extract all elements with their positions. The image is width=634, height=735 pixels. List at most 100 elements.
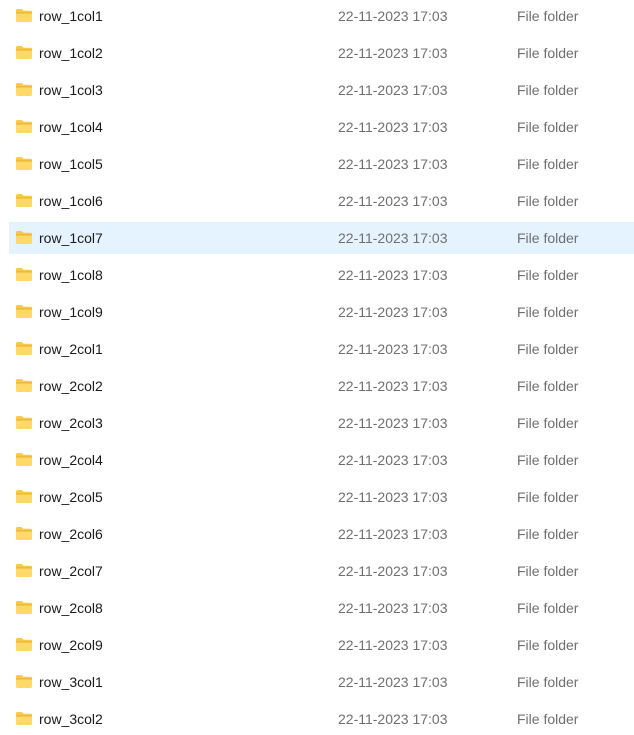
file-name[interactable]: row_2col2 [39, 370, 103, 402]
file-type: File folder [517, 711, 579, 727]
folder-icon [15, 267, 33, 282]
folder-icon [15, 45, 33, 60]
file-type: File folder [517, 304, 579, 320]
file-row[interactable]: row_2col7 22-11-2023 17:03 File folder [9, 555, 634, 587]
file-name[interactable]: row_2col1 [39, 333, 103, 365]
date-modified: 22-11-2023 17:03 [338, 563, 448, 579]
date-modified: 22-11-2023 17:03 [338, 304, 448, 320]
date-modified: 22-11-2023 17:03 [338, 600, 448, 616]
folder-icon [15, 193, 33, 208]
file-row[interactable]: row_2col6 22-11-2023 17:03 File folder [9, 518, 634, 550]
file-type: File folder [517, 82, 579, 98]
file-type: File folder [517, 674, 579, 690]
file-row[interactable]: row_1col7 22-11-2023 17:03 File folder [9, 222, 634, 254]
date-modified: 22-11-2023 17:03 [338, 378, 448, 394]
file-name[interactable]: row_2col3 [39, 407, 103, 439]
folder-icon [15, 230, 33, 245]
file-type: File folder [517, 378, 579, 394]
date-modified: 22-11-2023 17:03 [338, 489, 448, 505]
date-modified: 22-11-2023 17:03 [338, 8, 448, 24]
file-name[interactable]: row_2col9 [39, 629, 103, 661]
file-row[interactable]: row_3col1 22-11-2023 17:03 File folder [9, 666, 634, 698]
file-name[interactable]: row_2col7 [39, 555, 103, 587]
folder-icon [15, 415, 33, 430]
file-type: File folder [517, 563, 579, 579]
folder-icon [15, 341, 33, 356]
file-row[interactable]: row_1col9 22-11-2023 17:03 File folder [9, 296, 634, 328]
file-name[interactable]: row_1col3 [39, 74, 103, 106]
file-row[interactable]: row_3col2 22-11-2023 17:03 File folder [9, 703, 634, 735]
file-row[interactable]: row_2col5 22-11-2023 17:03 File folder [9, 481, 634, 513]
file-type: File folder [517, 193, 579, 209]
file-row[interactable]: row_1col4 22-11-2023 17:03 File folder [9, 111, 634, 143]
folder-icon [15, 526, 33, 541]
file-name[interactable]: row_1col2 [39, 37, 103, 69]
file-name[interactable]: row_1col8 [39, 259, 103, 291]
date-modified: 22-11-2023 17:03 [338, 45, 448, 61]
file-row[interactable]: row_1col5 22-11-2023 17:03 File folder [9, 148, 634, 180]
file-row[interactable]: row_1col3 22-11-2023 17:03 File folder [9, 74, 634, 106]
file-row[interactable]: row_2col1 22-11-2023 17:03 File folder [9, 333, 634, 365]
file-name[interactable]: row_1col5 [39, 148, 103, 180]
date-modified: 22-11-2023 17:03 [338, 674, 448, 690]
date-modified: 22-11-2023 17:03 [338, 637, 448, 653]
file-row[interactable]: row_1col1 22-11-2023 17:03 File folder [9, 0, 634, 32]
file-row[interactable]: row_1col8 22-11-2023 17:03 File folder [9, 259, 634, 291]
folder-icon [15, 563, 33, 578]
file-type: File folder [517, 415, 579, 431]
file-row[interactable]: row_1col6 22-11-2023 17:03 File folder [9, 185, 634, 217]
folder-icon [15, 637, 33, 652]
file-name[interactable]: row_3col1 [39, 666, 103, 698]
date-modified: 22-11-2023 17:03 [338, 230, 448, 246]
date-modified: 22-11-2023 17:03 [338, 415, 448, 431]
file-type: File folder [517, 600, 579, 616]
file-name[interactable]: row_3col2 [39, 703, 103, 735]
file-type: File folder [517, 267, 579, 283]
file-name[interactable]: row_1col9 [39, 296, 103, 328]
file-type: File folder [517, 119, 579, 135]
date-modified: 22-11-2023 17:03 [338, 267, 448, 283]
file-type: File folder [517, 526, 579, 542]
date-modified: 22-11-2023 17:03 [338, 711, 448, 727]
file-name[interactable]: row_1col1 [39, 0, 103, 32]
folder-icon [15, 489, 33, 504]
file-name[interactable]: row_1col4 [39, 111, 103, 143]
date-modified: 22-11-2023 17:03 [338, 452, 448, 468]
date-modified: 22-11-2023 17:03 [338, 341, 448, 357]
date-modified: 22-11-2023 17:03 [338, 193, 448, 209]
file-row[interactable]: row_2col3 22-11-2023 17:03 File folder [9, 407, 634, 439]
file-type: File folder [517, 452, 579, 468]
folder-icon [15, 156, 33, 171]
date-modified: 22-11-2023 17:03 [338, 82, 448, 98]
file-name[interactable]: row_1col6 [39, 185, 103, 217]
file-name[interactable]: row_1col7 [39, 222, 103, 254]
folder-icon [15, 82, 33, 97]
file-list: row_1col1 22-11-2023 17:03 File folder row_… [0, 0, 634, 735]
file-name[interactable]: row_2col4 [39, 444, 103, 476]
date-modified: 22-11-2023 17:03 [338, 119, 448, 135]
file-row[interactable]: row_2col4 22-11-2023 17:03 File folder [9, 444, 634, 476]
file-type: File folder [517, 156, 579, 172]
folder-icon [15, 452, 33, 467]
file-row[interactable]: row_2col8 22-11-2023 17:03 File folder [9, 592, 634, 624]
file-type: File folder [517, 8, 579, 24]
file-type: File folder [517, 637, 579, 653]
file-type: File folder [517, 230, 579, 246]
date-modified: 22-11-2023 17:03 [338, 526, 448, 542]
folder-icon [15, 378, 33, 393]
folder-icon [15, 674, 33, 689]
file-row[interactable]: row_2col9 22-11-2023 17:03 File folder [9, 629, 634, 661]
folder-icon [15, 119, 33, 134]
folder-icon [15, 304, 33, 319]
folder-icon [15, 600, 33, 615]
folder-icon [15, 711, 33, 726]
file-name[interactable]: row_2col6 [39, 518, 103, 550]
file-name[interactable]: row_2col8 [39, 592, 103, 624]
file-name[interactable]: row_2col5 [39, 481, 103, 513]
file-type: File folder [517, 45, 579, 61]
file-row[interactable]: row_2col2 22-11-2023 17:03 File folder [9, 370, 634, 402]
file-row[interactable]: row_1col2 22-11-2023 17:03 File folder [9, 37, 634, 69]
date-modified: 22-11-2023 17:03 [338, 156, 448, 172]
file-type: File folder [517, 489, 579, 505]
folder-icon [15, 8, 33, 23]
